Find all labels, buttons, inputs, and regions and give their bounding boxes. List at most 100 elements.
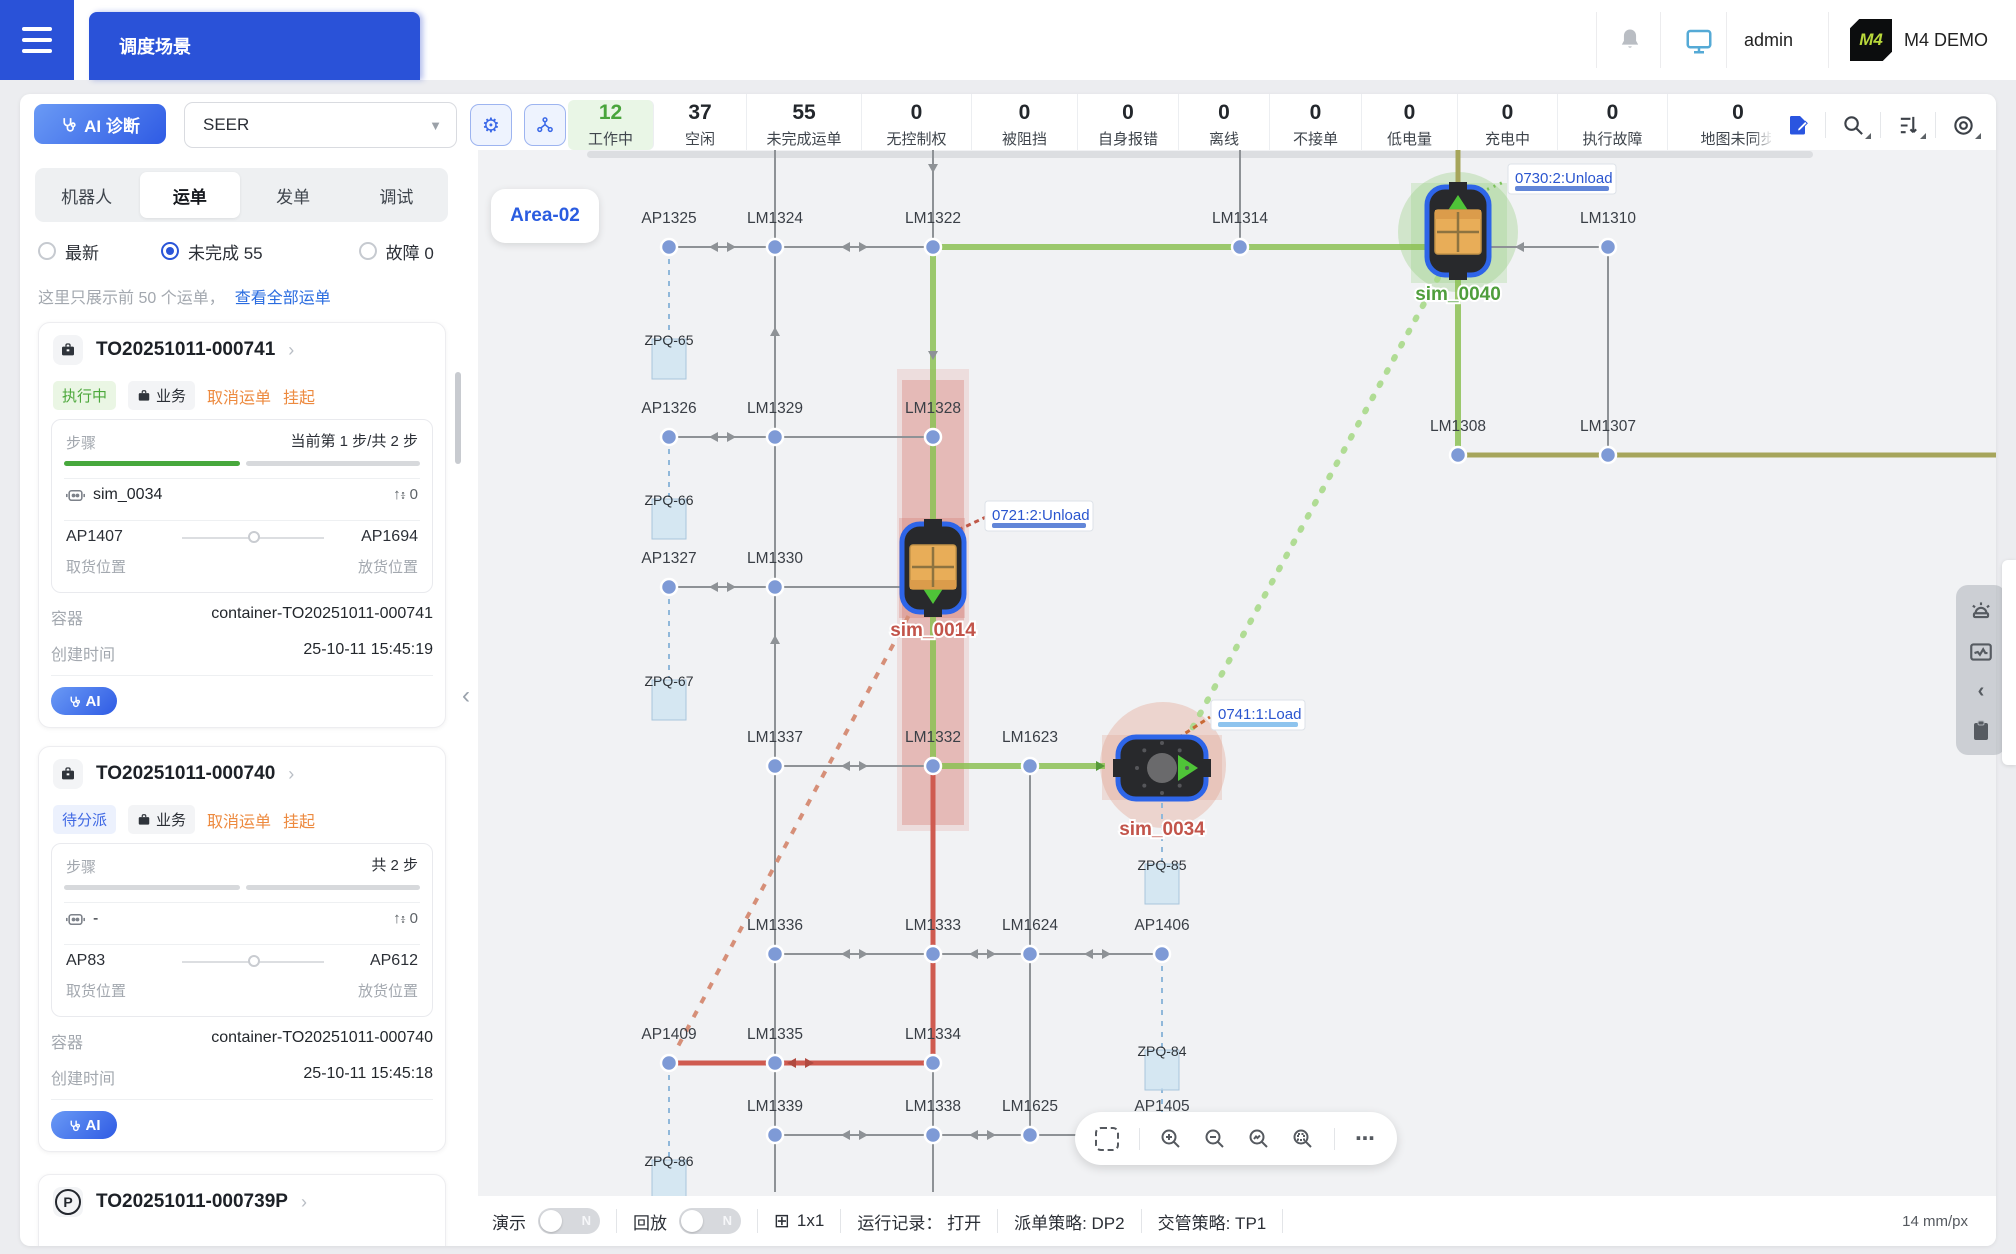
collapse-chevron-icon[interactable]: ‹ — [1978, 680, 1985, 703]
cancel-order-link[interactable]: 取消运单 — [207, 384, 271, 408]
view-options-button[interactable] — [1936, 105, 1990, 145]
clipboard-button[interactable] — [1969, 719, 1993, 743]
map-node[interactable] — [767, 1127, 783, 1143]
map-node[interactable] — [767, 758, 783, 774]
ai-diagnose-button[interactable]: AI 诊断 — [34, 104, 166, 144]
topology-button[interactable] — [524, 104, 566, 146]
created-label: 创建时间 — [51, 641, 115, 665]
stat-idle[interactable]: 37空闲 — [654, 94, 747, 156]
grid-value[interactable]: 1x1 — [797, 1211, 824, 1231]
map-node[interactable] — [1232, 239, 1248, 255]
stat-low-battery[interactable]: 0低电量 — [1362, 94, 1458, 156]
demo-toggle[interactable]: N — [538, 1208, 600, 1234]
cancel-order-link[interactable]: 取消运单 — [207, 808, 271, 832]
zoom-fit-selection-button[interactable] — [1291, 1127, 1315, 1151]
filter-button[interactable] — [1881, 105, 1935, 145]
map-node[interactable] — [661, 429, 677, 445]
map-node[interactable] — [767, 239, 783, 255]
map-node[interactable] — [925, 239, 941, 255]
user-menu[interactable]: admin — [1744, 0, 1793, 80]
robot-marker[interactable] — [1427, 182, 1489, 280]
map-node[interactable] — [925, 1055, 941, 1071]
stat-working[interactable]: 12工作中 — [568, 100, 654, 150]
stat-charging[interactable]: 0充电中 — [1458, 94, 1558, 156]
stat-exec-fault[interactable]: 0执行故障 — [1558, 94, 1668, 156]
collapsed-drawer-edge[interactable] — [2002, 560, 2016, 765]
map-node[interactable] — [661, 1055, 677, 1071]
run-record[interactable]: 运行记录： 打开 — [857, 1209, 981, 1234]
alarm-siren-button[interactable] — [1968, 597, 1994, 623]
box-select-button[interactable] — [1095, 1127, 1119, 1151]
area-label[interactable]: Area-02 — [491, 189, 599, 243]
chevron-right-icon[interactable]: › — [288, 340, 294, 361]
hold-order-link[interactable]: 挂起 — [283, 808, 315, 832]
stat-unfinished-orders[interactable]: 55未完成运单 — [747, 94, 862, 156]
map-node[interactable] — [925, 758, 941, 774]
map-node[interactable] — [925, 1127, 941, 1143]
scene-selector[interactable]: SEER ▼ — [184, 102, 457, 148]
zoom-out-button[interactable] — [1203, 1127, 1227, 1151]
filter-fault[interactable]: 故障 0 — [359, 239, 434, 264]
ai-diagnose-order-button[interactable]: AI — [51, 687, 117, 715]
map-node[interactable] — [767, 946, 783, 962]
filter-latest[interactable]: 最新 — [38, 239, 99, 264]
sidebar-collapse-handle[interactable]: ‹ — [462, 682, 470, 710]
stat-self-error[interactable]: 0自身报错 — [1078, 94, 1179, 156]
stat-offline[interactable]: 0离线 — [1179, 94, 1270, 156]
filter-unfinished[interactable]: 未完成 55 — [161, 239, 263, 264]
stat-no-control[interactable]: 0无控制权 — [862, 94, 972, 156]
status-badge: 执行中 — [53, 381, 116, 410]
monitor-icon[interactable] — [1684, 26, 1714, 61]
edit-map-button[interactable] — [1771, 105, 1825, 145]
order-card[interactable]: TO20251011-000740 › 待分派 业务 取消运单 挂起 步骤 共 … — [38, 746, 446, 1152]
robot-marker[interactable] — [1113, 737, 1211, 799]
replay-toggle[interactable]: N — [679, 1208, 741, 1234]
map-node[interactable] — [925, 429, 941, 445]
zoom-in-button[interactable] — [1159, 1127, 1183, 1151]
map-node[interactable] — [1450, 447, 1466, 463]
map-node[interactable] — [767, 579, 783, 595]
map-node[interactable] — [1022, 1127, 1038, 1143]
map-node[interactable] — [767, 429, 783, 445]
briefcase-icon — [53, 759, 83, 789]
hold-order-link[interactable]: 挂起 — [283, 384, 315, 408]
order-card[interactable]: TO20251011-000741 › 执行中 业务 取消运单 挂起 步骤 当前… — [38, 322, 446, 728]
tab-create-order[interactable]: 发单 — [244, 172, 343, 218]
tab-robots[interactable]: 机器人 — [37, 172, 136, 218]
more-tools-button[interactable]: ⋯ — [1355, 1126, 1377, 1151]
tab-debug[interactable]: 调试 — [347, 172, 446, 218]
stat-blocked[interactable]: 0被阻挡 — [972, 94, 1078, 156]
notification-bell-icon[interactable] — [1616, 26, 1644, 59]
map-node[interactable] — [767, 1055, 783, 1071]
settings-button[interactable]: ⚙ — [470, 104, 512, 146]
chevron-right-icon[interactable]: › — [301, 1192, 307, 1213]
hamburger-menu-button[interactable] — [0, 0, 74, 80]
box-select-icon — [1095, 1127, 1119, 1151]
map-node[interactable] — [1600, 239, 1616, 255]
zoom-fit-image-button[interactable] — [1247, 1127, 1271, 1151]
monitor-chart-button[interactable] — [1968, 639, 1994, 665]
view-all-orders-link[interactable]: 查看全部运单 — [235, 290, 331, 307]
ai-diagnose-order-button[interactable]: AI — [51, 1111, 117, 1139]
map-node[interactable] — [1600, 447, 1616, 463]
traffic-strategy[interactable]: 交管策略: TP1 — [1158, 1209, 1267, 1234]
task-progress-bar — [992, 523, 1086, 528]
edge-arrow-icon — [859, 949, 868, 959]
tab-orders[interactable]: 运单 — [140, 172, 239, 218]
route-knob — [248, 531, 260, 543]
map-node[interactable] — [925, 946, 941, 962]
chevron-right-icon[interactable]: › — [288, 764, 294, 785]
sidebar-scrollbar[interactable] — [455, 372, 461, 464]
map-node[interactable] — [1022, 946, 1038, 962]
app-title-tab[interactable]: 调度场景 — [89, 12, 420, 80]
robot-marker[interactable] — [902, 519, 964, 617]
map-node[interactable] — [1154, 946, 1170, 962]
map-node[interactable] — [661, 579, 677, 595]
map-canvas[interactable]: ZPQ-65ZPQ-66ZPQ-67ZPQ-85ZPQ-84ZPQ-86AP13… — [478, 150, 1996, 1196]
stat-not-accepting[interactable]: 0不接单 — [1270, 94, 1362, 156]
map-node[interactable] — [661, 239, 677, 255]
dispatch-strategy[interactable]: 派单策略: DP2 — [1014, 1209, 1125, 1234]
search-button[interactable] — [1826, 105, 1880, 145]
order-card[interactable]: P TO20251011-000739P › — [38, 1174, 446, 1246]
map-node[interactable] — [1022, 758, 1038, 774]
